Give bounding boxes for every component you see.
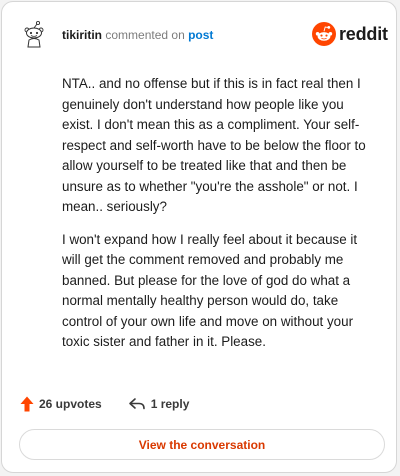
post-link[interactable]: post [188, 28, 213, 42]
reply-arrow-icon [128, 398, 145, 410]
comment-paragraph: NTA.. and no offense but if this is in f… [62, 76, 366, 214]
comment-body: NTA.. and no offense but if this is in f… [62, 74, 378, 365]
snoo-avatar-icon [24, 20, 44, 48]
comment-actions: 26 upvotes 1 reply [20, 396, 189, 412]
reddit-logo[interactable]: reddit [312, 22, 388, 46]
comment-header: tikiritin commented on post [62, 28, 213, 42]
reddit-wordmark: reddit [339, 23, 388, 44]
comment-action-text: commented on [105, 28, 185, 42]
reply-count: 1 reply [150, 397, 190, 411]
upvote-button[interactable]: 26 upvotes [20, 396, 102, 412]
reddit-snoo-icon [312, 22, 336, 46]
comment-username[interactable]: tikiritin [62, 28, 102, 42]
view-conversation-button[interactable]: View the conversation [19, 429, 385, 460]
reply-button[interactable]: 1 reply [128, 397, 190, 411]
upvote-count: 26 upvotes [39, 397, 102, 411]
comment-card: tikiritin commented on post reddit NTA..… [1, 1, 397, 473]
comment-paragraph: I won't expand how I really feel about i… [62, 231, 358, 350]
upvote-arrow-icon [20, 396, 34, 412]
